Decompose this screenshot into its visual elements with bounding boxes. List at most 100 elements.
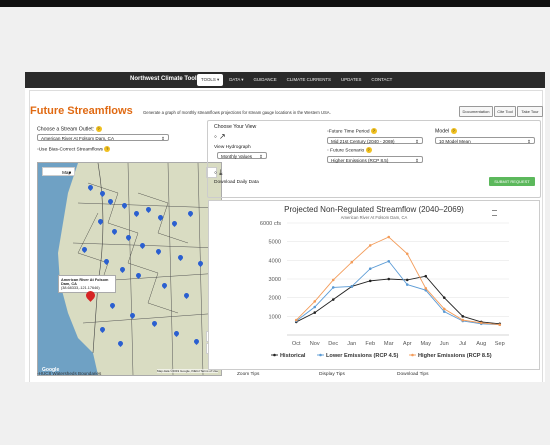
data-point <box>313 311 317 314</box>
take-tour-button[interactable]: Take Tour <box>517 106 543 117</box>
legend-marker <box>319 353 322 357</box>
page-title: Future Streamflows <box>30 105 133 117</box>
chevron-down-icon: ▾ <box>68 170 71 175</box>
x-tick-label: Aug <box>476 341 486 347</box>
y-tick-label: 4000 <box>269 258 281 264</box>
nav-guidance[interactable]: GUIDANCE <box>249 74 280 86</box>
data-point <box>461 318 465 322</box>
data-point <box>442 310 446 313</box>
x-tick-label: Nov <box>310 341 320 347</box>
bias-correct-option[interactable]: ▫Use Bias-Correct Streamflows ? <box>37 146 111 152</box>
data-point <box>442 307 446 311</box>
hydrograph-icon[interactable]: ◦ ↗ <box>214 132 226 141</box>
legend-marker <box>411 353 414 357</box>
x-tick-label: Feb <box>365 341 375 347</box>
zoom-tips-link[interactable]: Zoom Tips <box>237 372 259 377</box>
data-point <box>331 298 335 301</box>
nav-updates[interactable]: UPDATES <box>337 74 365 86</box>
select-arrow-icon: ⇕ <box>527 139 531 144</box>
nav-tools[interactable]: TOOLS ▾ <box>197 74 224 86</box>
legend-marker <box>273 353 276 357</box>
data-point <box>368 279 372 283</box>
legend-label: Historical <box>280 353 306 359</box>
map-tooltip: American River At Folsom Dam, CA (38.683… <box>58 275 116 293</box>
nav-climate-currents[interactable]: CLIMATE CURRENTS <box>283 74 335 86</box>
data-point <box>368 267 372 271</box>
help-icon[interactable]: ? <box>450 128 457 134</box>
screen-top-bar <box>0 0 550 7</box>
data-point <box>479 321 483 325</box>
series-line <box>295 236 500 326</box>
tooltip-title: American River At Folsom Dam, CA <box>61 278 109 286</box>
cite-tool-button[interactable]: Cite Tool <box>494 106 516 117</box>
model-label: Model ? <box>435 128 457 135</box>
data-point <box>461 315 465 318</box>
data-point <box>442 296 446 299</box>
data-point <box>331 286 335 289</box>
display-tips-link[interactable]: Display Tips <box>319 372 345 377</box>
time-period-label: ▫Future Time Period ? <box>327 128 377 135</box>
series-line <box>296 275 500 325</box>
x-tick-label: Mar <box>384 341 394 347</box>
help-icon[interactable]: ? <box>365 147 372 153</box>
legend-label: Lower Emissions (RCP 4.5) <box>326 353 398 359</box>
time-period-select[interactable]: Mid 21st Century (2040 - 2069) ⇕ <box>327 137 423 144</box>
hydrograph-select[interactable]: Monthly Values ⇕ <box>217 152 267 159</box>
data-point <box>405 283 409 286</box>
tooltip-coords: (38.68333,-121.17646) <box>61 286 100 290</box>
y-tick-label: 2000 <box>269 296 281 302</box>
y-tick-label: 3000 <box>269 277 281 283</box>
select-arrow-icon: ⇕ <box>415 158 419 163</box>
x-tick-label: Apr <box>403 341 412 347</box>
model-select[interactable]: 10 Model Mean ⇕ <box>435 137 535 144</box>
data-point <box>387 235 391 239</box>
top-nav: Northwest Climate Toolbox TOOLS ▾ DATA ▾… <box>25 72 545 88</box>
data-point <box>387 259 391 263</box>
documentation-button[interactable]: Documentation <box>459 106 493 117</box>
data-point <box>405 252 409 256</box>
legend-label: Higher Emissions (RCP 8.5) <box>418 353 492 359</box>
download-icon[interactable]: ◦ ⤓ <box>214 168 223 178</box>
chart-subtitle: American River At Folsom Dam, CA <box>341 215 408 220</box>
map-type-select[interactable]: Map ▾ <box>42 167 75 176</box>
select-arrow-icon: ⇕ <box>161 136 165 141</box>
data-point <box>331 278 335 282</box>
x-tick-label: Jul <box>459 341 466 347</box>
data-point <box>405 278 409 282</box>
x-tick-label: Jan <box>347 341 356 347</box>
nav-data[interactable]: DATA ▾ <box>225 74 247 86</box>
submit-request-button[interactable]: SUBMIT REQUEST <box>489 177 535 186</box>
data-point <box>387 277 391 281</box>
chart-title: Projected Non-Regulated Streamflow (2040… <box>284 205 464 214</box>
x-tick-label: Oct <box>292 341 301 347</box>
stream-outlet-map[interactable]: Map ▾ American River At Folsom Dam, CA (3… <box>37 162 222 376</box>
data-point <box>313 305 317 309</box>
series-line <box>295 260 500 326</box>
page-subtitle: Generate a graph of monthly streamflows … <box>143 110 331 115</box>
select-arrow-icon: ⇕ <box>259 154 263 159</box>
view-hydrograph-label: View Hydrograph <box>214 145 251 150</box>
help-icon[interactable]: ? <box>104 146 111 152</box>
chart-svg: Projected Non-Regulated Streamflow (2040… <box>260 205 509 359</box>
choose-view-label: Choose Your View <box>214 124 257 130</box>
data-point <box>498 323 502 327</box>
data-point <box>313 300 317 303</box>
download-daily-label[interactable]: Download Daily Data <box>214 180 259 185</box>
data-point <box>350 260 354 264</box>
future-scenario-label: ◦ Future Scenario ? <box>327 147 372 154</box>
data-point <box>424 287 428 290</box>
scenario-select[interactable]: Higher Emissions (RCP 8.5) ⇕ <box>327 156 423 163</box>
nav-contact[interactable]: CONTACT <box>367 74 396 86</box>
outlet-select[interactable]: American River At Folsom Dam, CA ⇕ <box>37 134 169 141</box>
site-brand[interactable]: Northwest Climate Toolbox <box>130 76 207 82</box>
chart-menu-icon[interactable] <box>492 210 497 216</box>
download-tips-link[interactable]: Download Tips <box>397 372 428 377</box>
select-arrow-icon: ⇕ <box>415 139 419 144</box>
x-tick-label: Dec <box>328 341 338 347</box>
x-tick-label: Jun <box>440 341 449 347</box>
huc8-boundaries-option[interactable]: ▫HUC8 Watersheds Boundaries <box>37 371 101 376</box>
data-point <box>424 274 428 278</box>
y-tick-label: 1000 <box>269 314 281 320</box>
help-icon[interactable]: ? <box>370 128 377 134</box>
help-icon[interactable]: ? <box>95 126 102 132</box>
